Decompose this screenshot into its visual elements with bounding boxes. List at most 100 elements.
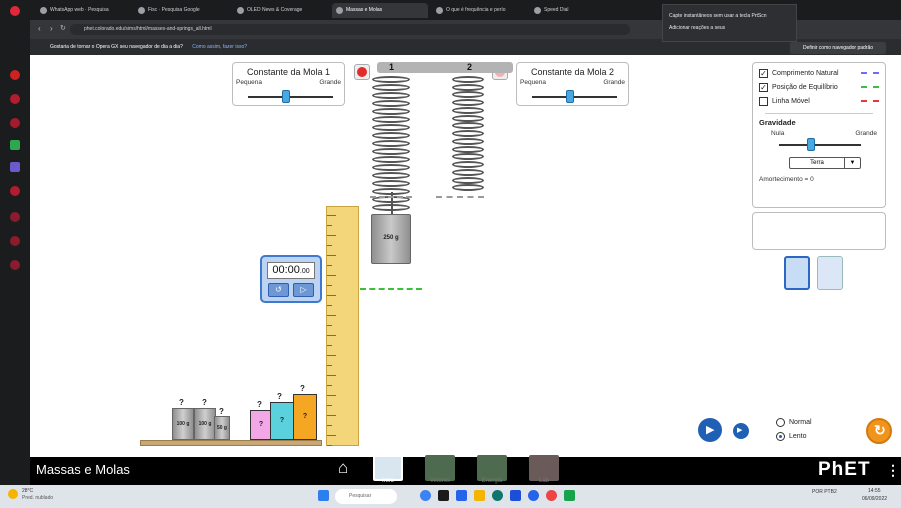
speed-normal-option[interactable]: Normal [776, 415, 812, 429]
whatsapp-icon[interactable] [10, 140, 20, 150]
file-explorer-icon[interactable] [474, 490, 485, 501]
spring2-slider-thumb[interactable] [566, 90, 575, 103]
spring2-constant-panel: Constante da Mola 2 Pequena Grande [516, 62, 629, 106]
spring-coil [452, 130, 484, 138]
messenger-icon[interactable] [10, 162, 20, 172]
stopwatch-reset-button[interactable]: ↺ [268, 283, 289, 297]
windows-start-icon[interactable] [318, 490, 329, 501]
weather-icon[interactable] [8, 489, 18, 499]
phet-logo[interactable]: PhET [818, 459, 871, 481]
back-icon[interactable]: ‹ [38, 24, 41, 33]
screen-tab-lab-label: Lab [538, 478, 549, 484]
sidebar-icon-4[interactable] [10, 186, 20, 196]
reset-icon: ↺ [275, 285, 282, 294]
opera-logo-icon[interactable] [10, 6, 20, 16]
ruler-tick [327, 245, 332, 246]
set-default-browser-button[interactable]: Definir como navegador padrão [790, 42, 886, 54]
sidebar-icon-1[interactable] [10, 70, 20, 80]
sidebar-icon-5[interactable] [10, 212, 20, 222]
speed-radio-group: Normal Lento [776, 415, 812, 443]
gravity-slider-thumb[interactable] [807, 138, 815, 151]
reset-all-button[interactable]: ↻ [866, 418, 892, 444]
spring2-panel-title: Constante da Mola 2 [530, 67, 615, 77]
mystery-mass-pink[interactable]: ? [250, 410, 272, 440]
spring-2[interactable] [452, 76, 486, 192]
url-field[interactable]: phet.colorado.edu/sims/html/masses-and-s… [70, 24, 630, 35]
spring-coil [372, 116, 410, 123]
reset-all-icon: ↻ [874, 422, 886, 438]
taskbar-app-5-icon[interactable] [564, 490, 575, 501]
taskbar-app-3-icon[interactable] [456, 490, 467, 501]
weight-100g-1[interactable]: 100 g [172, 408, 194, 440]
gravity-select[interactable]: Terra ▼ [789, 157, 861, 169]
clock-date[interactable]: 06/09/2022 [862, 496, 887, 502]
movable-line-checkbox[interactable] [759, 96, 768, 106]
movable-line-checkbox-row[interactable]: Linha Móvel [759, 94, 879, 108]
stopwatch-play-button[interactable]: ▷ [293, 283, 314, 297]
stopwatch[interactable]: 00:00.00 ↺ ▷ [260, 255, 322, 303]
speed-normal-radio[interactable] [776, 417, 785, 427]
ruler-tick [327, 235, 336, 236]
tab-oled[interactable]: OLED News & Coverage [233, 3, 329, 18]
edge-icon[interactable] [492, 490, 503, 501]
spring1-constant-panel: Constante da Mola 1 Pequena Grande [232, 62, 345, 106]
tab-google[interactable]: Fisc · Pesquisa Google [134, 3, 230, 18]
menu-icon[interactable]: ⋮ [886, 462, 900, 479]
natural-length-checkbox-row[interactable]: ✓ Comprimento Natural [759, 66, 879, 80]
speed-slow-radio[interactable] [776, 431, 785, 441]
spring2-number: 2 [467, 62, 473, 72]
sidebar-icon-6[interactable] [10, 236, 20, 246]
sim-title: Massas e Molas [36, 462, 130, 477]
reload-icon[interactable]: ↻ [60, 24, 66, 32]
weight-50g[interactable]: 50 g [214, 416, 230, 440]
sidebar-icon-2[interactable] [10, 94, 20, 104]
mystery-mass-orange-label: ? [302, 413, 308, 420]
notification-popup: Capte instantâneos sem usar a tecla PrtS… [662, 4, 797, 42]
equilibrium-checkbox-row[interactable]: ✓ Posição de Equilíbrio [759, 80, 879, 94]
ruler-tick [327, 215, 336, 216]
taskbar-app-1-icon[interactable] [420, 490, 431, 501]
taskbar-app-2-icon[interactable] [438, 490, 449, 501]
spring1-slider-thumb[interactable] [282, 90, 291, 103]
taskbar-search[interactable]: Pesquisar [335, 489, 397, 504]
tab-frequencia[interactable]: O que é frequência e perío [432, 3, 528, 18]
spring1-stop-button[interactable] [354, 64, 370, 80]
mystery-hook-2: ? [277, 392, 282, 401]
hanging-mass-250g[interactable]: 250 g [371, 214, 411, 264]
clock-time[interactable]: 14:55 [868, 488, 881, 494]
natural-length-checkbox[interactable]: ✓ [759, 68, 768, 78]
sidebar-icon-3[interactable] [10, 118, 20, 128]
speed-slow-option[interactable]: Lento [776, 429, 812, 443]
single-spring-scene-button[interactable] [817, 256, 843, 290]
measuring-ruler[interactable] [326, 206, 359, 446]
options-panel: ✓ Comprimento Natural ✓ Posição de Equil… [752, 62, 886, 208]
spring-coil [372, 92, 410, 99]
two-springs-scene-button[interactable] [784, 256, 810, 290]
spring-coil [372, 76, 410, 83]
play-pause-button[interactable]: ▶ [698, 418, 722, 442]
forward-icon[interactable]: › [50, 24, 53, 33]
tab-whatsapp[interactable]: WhatsApp web · Pesquisa [36, 3, 131, 18]
tab-speed-dial[interactable]: Speed Dial [530, 3, 600, 18]
taskbar-app-4-icon[interactable] [528, 490, 539, 501]
ruler-tick [327, 225, 332, 226]
spring2-slider-track [532, 96, 617, 98]
windows-taskbar [0, 485, 901, 508]
language-indicator[interactable]: POR PTB2 [812, 489, 837, 495]
ruler-tick [327, 365, 332, 366]
mystery-mass-orange[interactable]: ? [293, 394, 317, 440]
opera-taskbar-icon[interactable] [546, 490, 557, 501]
ruler-tick [327, 325, 332, 326]
infobar-link[interactable]: Como assim, fazer isso? [192, 44, 247, 50]
store-icon[interactable] [510, 490, 521, 501]
sidebar-icon-7[interactable] [10, 260, 20, 270]
mystery-mass-cyan[interactable]: ? [270, 402, 294, 440]
panel-divider [765, 113, 873, 114]
step-button[interactable]: ▶ [733, 423, 749, 439]
weight-100g-2[interactable]: 100 g [194, 408, 216, 440]
home-icon[interactable]: ⌂ [338, 458, 348, 478]
tab-massas-molas[interactable]: Massas e Molas [332, 3, 428, 18]
equilibrium-checkbox[interactable]: ✓ [759, 82, 768, 92]
screen-tab-intro-label: Intro [381, 478, 394, 484]
spring-coil [372, 164, 410, 171]
